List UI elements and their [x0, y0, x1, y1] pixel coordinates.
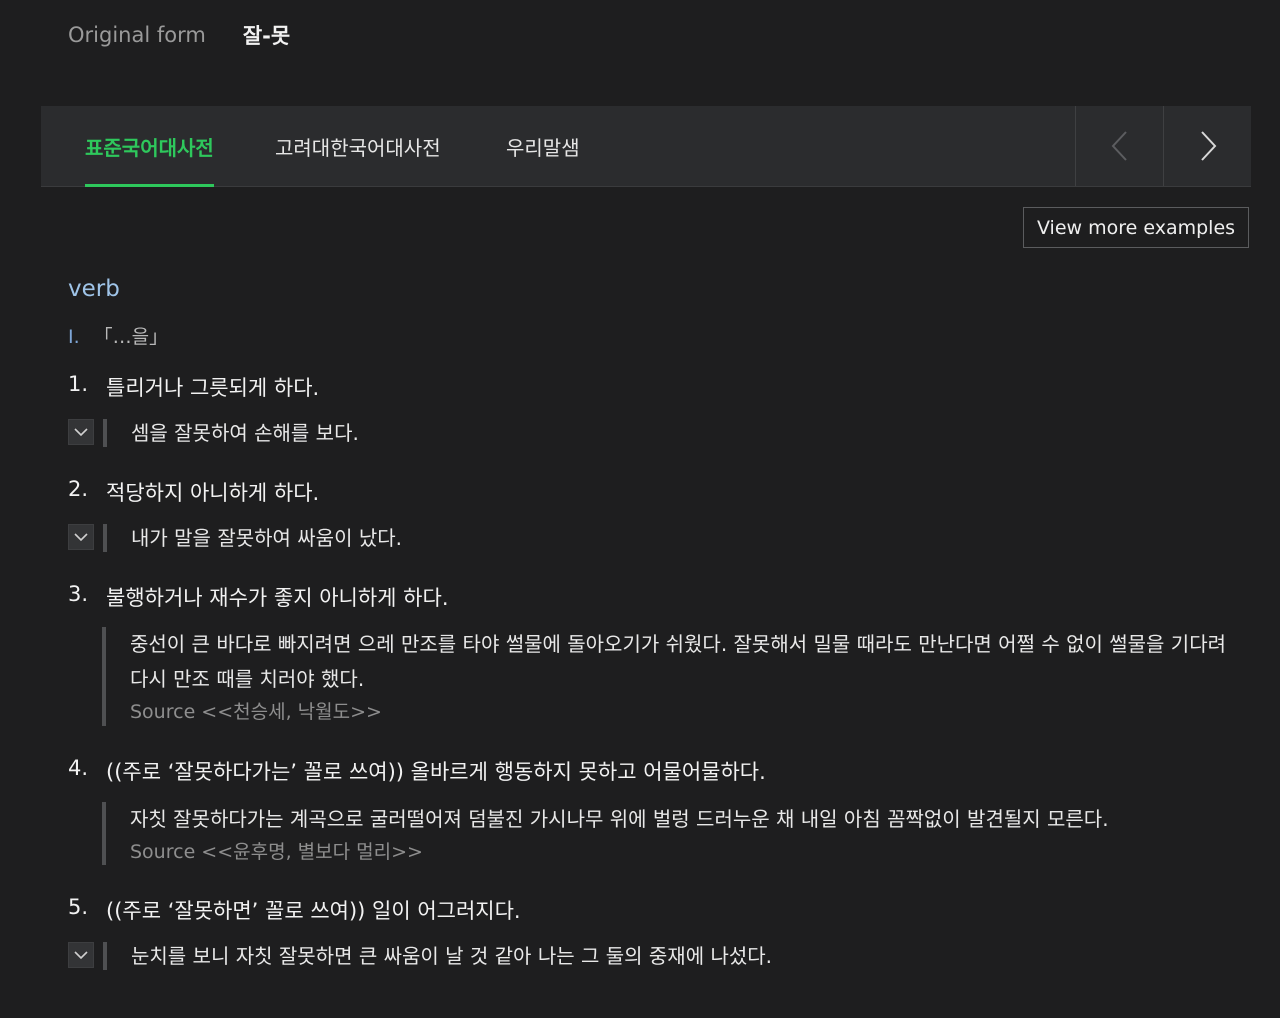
sense-definition: 틀리거나 그릇되게 하다. — [106, 376, 320, 400]
example-toggle-button[interactable] — [68, 942, 94, 968]
chevron-down-icon — [74, 950, 88, 959]
example-block: 자칫 잘못하다가는 계곡으로 굴러떨어져 덤불진 가시나무 위에 벌렁 드러누운… — [102, 802, 1250, 867]
original-form-label: Original form — [68, 23, 206, 47]
example-row: 내가 말을 잘못하여 싸움이 났다. — [68, 524, 402, 552]
example-text: 자칫 잘못하다가는 계곡으로 굴러떨어져 덤불진 가시나무 위에 벌렁 드러누운… — [130, 807, 1109, 831]
tab-standard-dictionary[interactable]: 표준국어대사전 — [85, 106, 214, 187]
next-tab-button[interactable] — [1163, 106, 1251, 186]
original-form-value: 잘-못 — [242, 24, 291, 48]
quote-bar — [102, 627, 106, 726]
original-form-row: Original form 잘-못 — [68, 20, 290, 50]
subsense-header: I. 「…을」 — [68, 322, 168, 349]
chevron-down-icon — [74, 532, 88, 541]
dictionary-tab-bar: 표준국어대사전 고려대한국어대사전 우리말샘 — [41, 106, 1251, 187]
tab-korea-univ-dictionary[interactable]: 고려대한국어대사전 — [275, 106, 441, 186]
sense-definition: ((주로 ‘잘못하면’ 꼴로 쓰여)) 일이 어그러지다. — [106, 899, 521, 923]
sense-number: 5. — [68, 895, 89, 919]
sense-3: 3. 불행하거나 재수가 좋지 아니하게 하다. — [68, 582, 449, 612]
quote-bar — [103, 524, 107, 552]
sense-definition: 적당하지 아니하게 하다. — [106, 481, 320, 505]
subsense-roman: I. — [68, 326, 80, 348]
sense-definition: ((주로 ‘잘못하다가는’ 꼴로 쓰여)) 올바르게 행동하지 못하고 어물어물… — [106, 760, 766, 784]
example-text: 셈을 잘못하여 손해를 보다. — [131, 421, 359, 445]
example-row: 눈치를 보니 자칫 잘못하면 큰 싸움이 날 것 같아 나는 그 둘의 중재에 … — [68, 942, 772, 970]
example-block: 중선이 큰 바다로 빠지려면 으레 만조를 타야 썰물에 돌아오기가 쉬웠다. … — [102, 627, 1240, 727]
tab-urimalsaem[interactable]: 우리말샘 — [506, 106, 580, 186]
view-more-examples-button[interactable]: View more examples — [1023, 207, 1249, 248]
example-source: Source <<윤후명, 별보다 멀리>> — [130, 841, 423, 863]
example-text: 내가 말을 잘못하여 싸움이 났다. — [131, 526, 402, 550]
chevron-right-icon — [1200, 131, 1216, 161]
sense-number: 3. — [68, 582, 89, 606]
chevron-down-icon — [74, 427, 88, 436]
sense-4: 4. ((주로 ‘잘못하다가는’ 꼴로 쓰여)) 올바르게 행동하지 못하고 어… — [68, 756, 766, 786]
quote-bar — [103, 942, 107, 970]
subsense-pattern: 「…을」 — [93, 326, 169, 348]
example-source: Source <<천승세, 낙월도>> — [130, 701, 382, 723]
part-of-speech: verb — [68, 276, 120, 302]
prev-tab-button[interactable] — [1075, 106, 1163, 186]
sense-number: 2. — [68, 477, 89, 501]
example-row: 셈을 잘못하여 손해를 보다. — [68, 419, 359, 447]
chevron-left-icon — [1111, 131, 1127, 161]
sense-number: 1. — [68, 372, 89, 396]
sense-definition: 불행하거나 재수가 좋지 아니하게 하다. — [106, 586, 449, 610]
example-toggle-button[interactable] — [68, 524, 94, 550]
quote-bar — [102, 802, 106, 865]
example-text: 중선이 큰 바다로 빠지려면 으레 만조를 타야 썰물에 돌아오기가 쉬웠다. … — [130, 632, 1226, 691]
sense-number: 4. — [68, 756, 89, 780]
example-text: 눈치를 보니 자칫 잘못하면 큰 싸움이 날 것 같아 나는 그 둘의 중재에 … — [131, 944, 773, 968]
sense-5: 5. ((주로 ‘잘못하면’ 꼴로 쓰여)) 일이 어그러지다. — [68, 895, 521, 925]
example-toggle-button[interactable] — [68, 419, 94, 445]
sense-1: 1. 틀리거나 그릇되게 하다. — [68, 372, 319, 402]
quote-bar — [103, 419, 107, 447]
sense-2: 2. 적당하지 아니하게 하다. — [68, 477, 319, 507]
